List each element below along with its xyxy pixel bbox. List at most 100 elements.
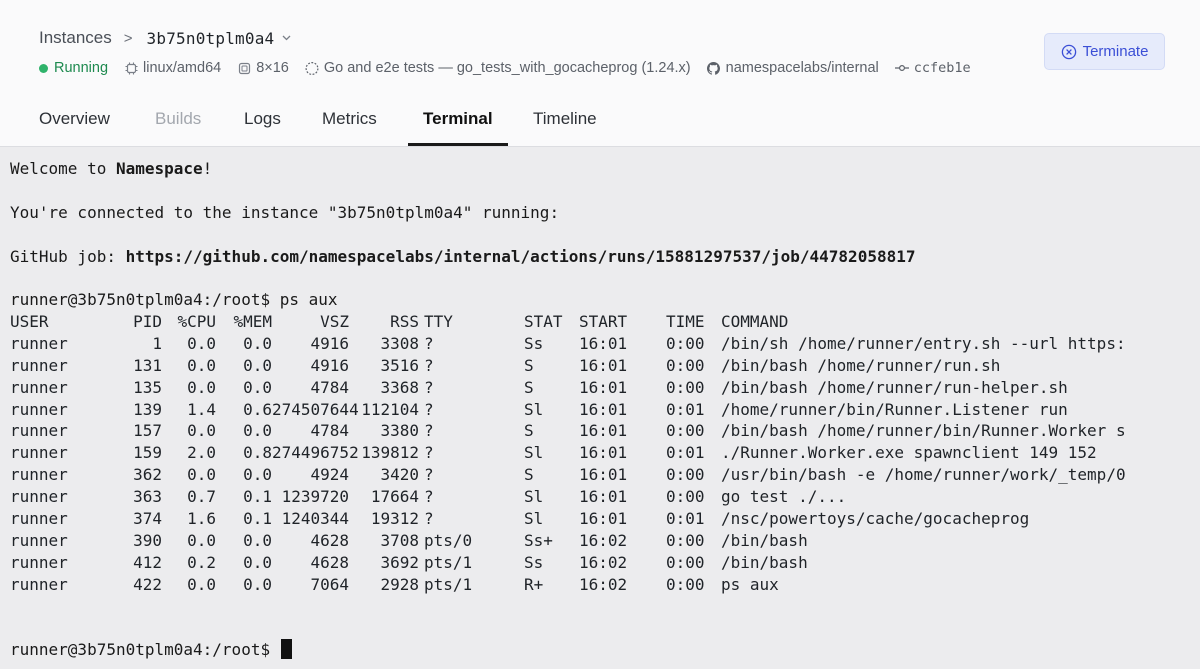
close-circle-icon <box>1061 44 1077 60</box>
cell-user: runner <box>10 552 68 572</box>
repo-info[interactable]: namespacelabs/internal <box>707 60 879 76</box>
welcome-prefix: Welcome to <box>10 159 116 178</box>
tab-metrics[interactable]: Metrics <box>322 100 377 146</box>
cell-command: ./Runner.Worker.exe spawnclient 149 152 <box>721 443 1097 463</box>
cell-pid: 363 <box>133 487 162 507</box>
cell-start: 16:02 <box>579 574 628 594</box>
cell-time: 0:00 <box>666 333 705 353</box>
chevron-down-icon[interactable] <box>282 33 291 44</box>
cell-user: runner <box>10 530 68 550</box>
cell-cpu: 0.0 <box>187 530 216 550</box>
col-user: USER <box>10 312 49 331</box>
cell-vsz: 4784 <box>310 421 349 441</box>
cell-vsz: 274507644 <box>272 399 359 419</box>
instance-tabs: Overview Builds Logs Metrics Terminal Ti… <box>0 100 1200 146</box>
cell-mem: 0.0 <box>243 421 272 441</box>
tab-logs[interactable]: Logs <box>244 100 281 146</box>
cell-start: 16:01 <box>579 487 628 507</box>
cell-vsz: 274496752 <box>272 443 359 463</box>
status-dot-icon <box>39 63 48 73</box>
cell-vsz: 1239720 <box>281 487 349 507</box>
breadcrumb-separator: > <box>123 29 133 47</box>
ps-process-row: runner 131 0.0 0.0 4916 3516? S 16:01 0:00/bin/b… <box>10 355 1000 377</box>
final-shell-prompt: runner@3b75n0tplm0a4:/root$ <box>10 640 271 659</box>
breadcrumb-instances-link[interactable]: Instances <box>39 28 112 48</box>
cell-pid: 159 <box>133 443 162 463</box>
cell-mem: 0.0 <box>243 574 272 594</box>
commit-sha[interactable]: ccfeb1e <box>914 60 971 76</box>
instance-header: Instances > 3b75n0tplm0a4 Running linux/… <box>0 0 1200 146</box>
cell-pid: 374 <box>133 509 162 529</box>
active-prompt-line[interactable]: runner@3b75n0tplm0a4:/root$ <box>10 639 292 661</box>
cell-vsz: 4628 <box>310 530 349 550</box>
commit-info[interactable]: ccfeb1e <box>894 60 971 76</box>
cell-rss: 112104 <box>361 399 419 419</box>
cell-command: /nsc/powertoys/cache/gocacheprog <box>721 509 1030 529</box>
connected-line: You're connected to the instance "3b75n0… <box>10 203 560 222</box>
cell-start: 16:01 <box>579 355 628 375</box>
cell-command: /usr/bin/bash -e /home/runner/work/_temp… <box>721 465 1126 485</box>
ps-output-table: USER PID %CPU %MEM VSZ RSS TTY STAT STAR… <box>10 311 1126 596</box>
tab-timeline[interactable]: Timeline <box>533 100 597 146</box>
ps-process-row: runner 1 0.0 0.0 4916 3308? Ss 16:01 0:00/bin/sh… <box>10 333 1126 355</box>
breadcrumb: Instances > 3b75n0tplm0a4 <box>39 26 291 50</box>
ps-process-row: runner 139 1.4 0.6 274507644 112104? Sl 16:01 0:… <box>10 399 1068 421</box>
cell-command: /bin/sh /home/runner/entry.sh --url http… <box>721 333 1126 353</box>
col-stat: STAT <box>524 312 563 331</box>
cell-stat: S <box>524 377 534 397</box>
cell-rss: 3708 <box>380 530 419 550</box>
github-job-url[interactable]: https://github.com/namespacelabs/interna… <box>126 247 916 266</box>
job-info[interactable]: Go and e2e tests — go_tests_with_gocache… <box>305 60 691 76</box>
commit-icon <box>894 61 909 75</box>
cell-time: 0:01 <box>666 399 705 419</box>
cell-tty: ? <box>424 355 434 375</box>
repo-text[interactable]: namespacelabs/internal <box>726 60 879 76</box>
welcome-suffix: ! <box>202 159 213 178</box>
tab-overview[interactable]: Overview <box>39 100 110 146</box>
terminal-panel[interactable]: Welcome to Namespace! You're connected t… <box>0 146 1200 669</box>
cell-command: /bin/bash <box>721 552 808 572</box>
ps-rows: runner 1 0.0 0.0 4916 3308? Ss 16:01 0:00/bin/sh… <box>10 333 1126 596</box>
cell-user: runner <box>10 355 68 375</box>
cell-time: 0:00 <box>666 377 705 397</box>
cell-rss: 19312 <box>370 509 419 529</box>
cell-pid: 422 <box>133 574 162 594</box>
job-text[interactable]: Go and e2e tests — go_tests_with_gocache… <box>324 60 691 76</box>
cell-user: runner <box>10 487 68 507</box>
cell-user: runner <box>10 377 68 397</box>
cell-cpu: 1.6 <box>187 509 216 529</box>
terminate-button[interactable]: Terminate <box>1044 33 1165 70</box>
cell-cpu: 2.0 <box>187 443 216 463</box>
ps-process-row: runner 135 0.0 0.0 4784 3368? S 16:01 0:00/bin/b… <box>10 377 1068 399</box>
cell-time: 0:00 <box>666 465 705 485</box>
cell-user: runner <box>10 574 68 594</box>
ps-process-row: runner 157 0.0 0.0 4784 3380? S 16:01 0:00/bin/b… <box>10 420 1126 442</box>
cell-command: /bin/bash /home/runner/run.sh <box>721 355 1001 375</box>
cell-vsz: 4916 <box>310 355 349 375</box>
cell-tty: ? <box>424 377 434 397</box>
cell-vsz: 4916 <box>310 333 349 353</box>
ps-process-row: runner 412 0.2 0.0 4628 3692 pts/1 Ss 16:02 0:00 /… <box>10 552 808 574</box>
cell-vsz: 7064 <box>310 574 349 594</box>
cell-vsz: 4784 <box>310 377 349 397</box>
col-pid: PID <box>133 312 162 331</box>
command-line: runner@3b75n0tplm0a4:/root$ ps aux <box>10 289 338 311</box>
ps-process-row: runner 363 0.7 0.1 1239720 17664? Sl 16:01 0:00 g… <box>10 486 846 508</box>
cell-stat: Sl <box>524 509 544 529</box>
cell-stat: S <box>524 421 534 441</box>
platform-info: linux/amd64 <box>124 60 221 76</box>
cell-mem: 0.1 <box>243 487 272 507</box>
tab-terminal[interactable]: Terminal <box>423 100 493 146</box>
cell-pid: 135 <box>133 377 162 397</box>
cell-start: 16:02 <box>579 552 628 572</box>
tab-builds[interactable]: Builds <box>155 100 201 146</box>
cell-rss: 3692 <box>380 552 419 572</box>
ps-process-row: runner 159 2.0 0.8 274496752 139812? Sl 16:01 0:… <box>10 442 1097 464</box>
cell-tty: ? <box>424 399 434 419</box>
cell-stat: S <box>524 355 534 375</box>
cell-pid: 139 <box>133 399 162 419</box>
cell-command: /bin/bash /home/runner/bin/Runner.Worker… <box>721 421 1126 441</box>
col-tty: TTY <box>424 312 453 331</box>
cell-cpu: 0.2 <box>187 552 216 572</box>
col-command: COMMAND <box>721 312 789 331</box>
